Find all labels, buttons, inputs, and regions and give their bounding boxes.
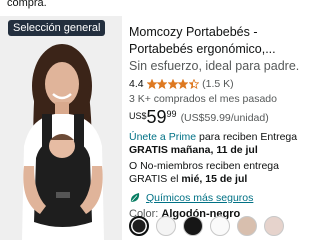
star-rating[interactable] xyxy=(146,79,200,89)
purchase-count: 3 K+ comprados el mes pasado xyxy=(129,93,277,105)
price-whole: 59 xyxy=(146,107,167,127)
nonmember-delivery-date: mié, 15 de jul xyxy=(181,173,248,185)
climate-text[interactable]: Químicos más seguros xyxy=(146,192,253,204)
rating-row[interactable]: 4.4 (1.5 K) xyxy=(129,77,299,91)
product-subtitle[interactable]: Sin esfuerzo, ideal para padre... xyxy=(129,58,299,75)
star-icon xyxy=(178,79,189,89)
color-swatch[interactable] xyxy=(264,216,284,236)
rating-count[interactable]: (1.5 K) xyxy=(202,78,234,90)
unit-price: (US$59.99/unidad) xyxy=(180,112,269,124)
climate-pledge[interactable]: Químicos más seguros xyxy=(129,192,299,204)
best-seller-badge: Selección general xyxy=(8,20,106,36)
star-icon xyxy=(188,79,199,89)
rating-value: 4.4 xyxy=(129,78,144,90)
prime-delivery-date: GRATIS mañana, 11 de jul xyxy=(129,144,258,156)
nonmember-text: O No-miembros reciben entrega xyxy=(129,160,279,172)
product-title[interactable]: Momcozy Portabebés - xyxy=(129,24,299,41)
nonmember-delivery: O No-miembros reciben entrega GRATIS el … xyxy=(129,160,299,186)
color-swatches xyxy=(129,216,291,236)
color-swatch[interactable] xyxy=(210,216,230,236)
prime-text: para reciben Entrega xyxy=(196,131,298,143)
product-details: Momcozy Portabebés - Portabebés ergonómi… xyxy=(129,24,299,220)
leaf-icon xyxy=(130,193,140,202)
price-fraction: 99 xyxy=(166,109,177,119)
star-icon xyxy=(146,79,157,89)
color-swatch[interactable] xyxy=(237,216,257,236)
color-swatch[interactable] xyxy=(129,216,149,236)
prime-delivery: Únete a Prime para reciben Entrega GRATI… xyxy=(129,131,299,157)
join-prime-link[interactable]: Únete a Prime xyxy=(129,131,196,143)
price-currency: US$ xyxy=(129,111,147,121)
star-icon xyxy=(157,79,168,89)
price: US$ 59 99 (US$59.99/unidad) xyxy=(129,107,299,127)
star-icon xyxy=(167,79,178,89)
color-swatch[interactable] xyxy=(183,216,203,236)
product-image[interactable] xyxy=(0,16,122,240)
nonmember-prefix: GRATIS el xyxy=(129,173,182,185)
color-swatch[interactable] xyxy=(156,216,176,236)
product-photo xyxy=(0,16,122,240)
product-title-line2[interactable]: Portabebés ergonómico,... xyxy=(129,41,299,58)
top-text: compra. xyxy=(7,0,47,9)
